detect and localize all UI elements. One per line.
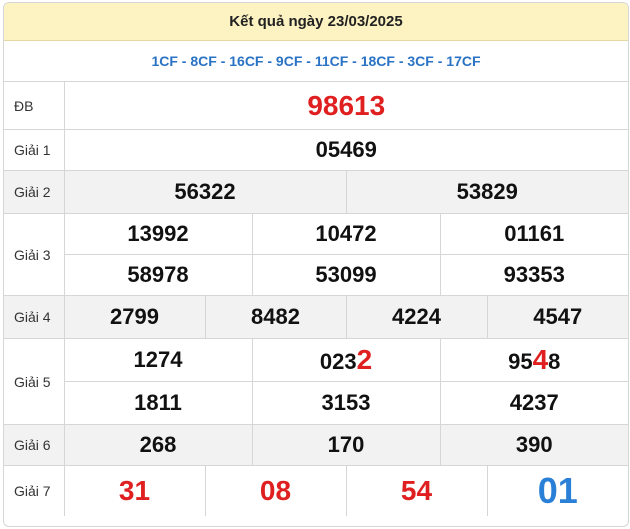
prize-row-g3: Giải 3 13992 10472 01161 bbox=[4, 213, 628, 296]
results-table: ĐB 98613 Giải 1 05469 Giải 2 56322 53829… bbox=[4, 82, 628, 516]
prize-digits: 8 bbox=[548, 349, 561, 374]
prize-value: 53829 bbox=[345, 170, 628, 214]
prize-value: 170 bbox=[251, 424, 441, 466]
prize-value: 3153 bbox=[251, 381, 441, 425]
highlight-digit: 2 bbox=[356, 344, 373, 375]
highlight-digit: 4 bbox=[532, 344, 549, 375]
prize-row-g2: Giải 2 56322 53829 bbox=[4, 170, 628, 214]
prize-label: ĐB bbox=[4, 82, 65, 130]
prize-value: 01161 bbox=[439, 213, 628, 255]
prize-value: 1811 bbox=[64, 381, 253, 425]
prize-label: Giải 3 bbox=[4, 213, 65, 296]
prize-value: 268 bbox=[63, 424, 253, 466]
prize-value: 390 bbox=[439, 424, 628, 466]
prize-value: 93353 bbox=[439, 254, 628, 296]
results-header: Kết quả ngày 23/03/2025 bbox=[4, 3, 628, 41]
prize-label: Giải 2 bbox=[4, 170, 65, 214]
prize-label: Giải 4 bbox=[4, 295, 65, 339]
prize-value: 05469 bbox=[63, 129, 628, 171]
prize-row-g4: Giải 4 2799 8482 4224 4547 bbox=[4, 295, 628, 339]
prize-row-g3-b: 58978 53099 93353 bbox=[4, 254, 628, 296]
prize-value: 54 bbox=[345, 465, 488, 516]
prize-value: 10472 bbox=[251, 213, 441, 255]
prize-digits: 023 bbox=[319, 349, 357, 374]
prize-digits: 95 bbox=[508, 349, 533, 374]
prize-value: 01 bbox=[486, 465, 628, 516]
prize-value: 4547 bbox=[486, 295, 628, 339]
prize-value: 98613 bbox=[63, 82, 628, 130]
prize-value: 1274 bbox=[63, 338, 253, 382]
prize-label: Giải 5 bbox=[4, 338, 65, 425]
draw-codes: 1CF - 8CF - 16CF - 9CF - 11CF - 18CF - 3… bbox=[4, 41, 628, 82]
prize-row-g1: Giải 1 05469 bbox=[4, 129, 628, 171]
prize-value: 4224 bbox=[345, 295, 488, 339]
prize-value-highlight: 9548 bbox=[439, 338, 628, 382]
results-title: Kết quả ngày 23/03/2025 bbox=[229, 13, 403, 30]
prize-value: 8482 bbox=[204, 295, 347, 339]
prize-row-g5: Giải 5 1274 0232 9548 bbox=[4, 338, 628, 425]
prize-label: Giải 1 bbox=[4, 129, 65, 171]
results-card: Kết quả ngày 23/03/2025 1CF - 8CF - 16CF… bbox=[3, 2, 629, 527]
prize-value: 13992 bbox=[63, 213, 253, 255]
prize-row-db: ĐB 98613 bbox=[4, 82, 628, 130]
prize-row-g7: Giải 7 31 08 54 01 bbox=[4, 465, 628, 516]
prize-label: Giải 7 bbox=[4, 465, 65, 516]
prize-row-g5-b: 1811 3153 4237 bbox=[4, 381, 628, 425]
prize-value: 53099 bbox=[251, 254, 441, 296]
prize-label: Giải 6 bbox=[4, 424, 65, 466]
prize-value: 2799 bbox=[63, 295, 206, 339]
prize-row-g6: Giải 6 268 170 390 bbox=[4, 424, 628, 466]
prize-value: 56322 bbox=[63, 170, 347, 214]
prize-value-highlight: 0232 bbox=[251, 338, 441, 382]
prize-value: 58978 bbox=[64, 254, 253, 296]
prize-value: 31 bbox=[63, 465, 206, 516]
prize-value: 4237 bbox=[439, 381, 628, 425]
prize-value: 08 bbox=[204, 465, 347, 516]
